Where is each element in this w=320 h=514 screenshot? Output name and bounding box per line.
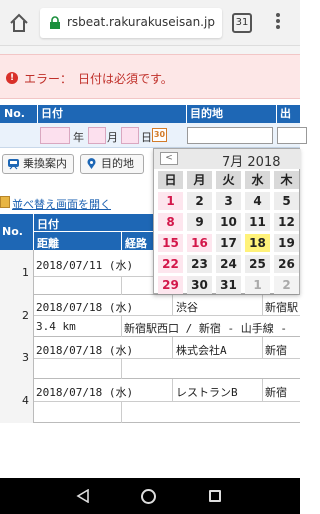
url-text: rsbeat.rakurakuseisan.jp (67, 15, 215, 29)
calendar-day[interactable]: 19 (274, 234, 299, 252)
row-destination: 新宿 (265, 386, 287, 399)
departure-input[interactable] (277, 127, 307, 144)
weekday-header: 月 (187, 171, 212, 189)
map-pin-icon (87, 158, 96, 169)
browser-toolbar: rsbeat.rakurakuseisan.jp 31 (0, 0, 300, 46)
month-input[interactable] (88, 127, 106, 144)
row-destination: 新宿 (265, 344, 287, 357)
calendar-day[interactable]: 10 (216, 213, 241, 231)
prev-month-button[interactable]: < (160, 152, 178, 165)
year-label: 年 (73, 131, 84, 144)
month-title: 7月 2018 (222, 155, 281, 170)
column-no: No. (2, 225, 23, 238)
calendar-day[interactable]: 1 (245, 276, 270, 294)
table-row[interactable]: 4 2018/07/18 (水) レストランB 新宿 (0, 379, 300, 423)
destination-input[interactable] (187, 127, 273, 144)
calendar-day[interactable]: 22 (158, 255, 183, 273)
row-route: 新宿駅西口 / 新宿 - 山手線 - (124, 322, 287, 335)
back-icon[interactable] (76, 489, 90, 503)
row-number: 4 (22, 394, 29, 407)
calendar-day[interactable]: 16 (187, 234, 212, 252)
row-number: 3 (22, 351, 29, 364)
row-date: 2018/07/18 (水) (36, 301, 134, 314)
sort-link-text: 並べ替え画面を開く (12, 198, 111, 211)
error-banner: ! エラー： 日付は必須です。 (0, 54, 300, 99)
row-place: レストランB (176, 386, 238, 399)
destination-button[interactable]: 目的地 (80, 154, 144, 174)
recent-apps-icon[interactable] (209, 490, 221, 502)
error-spacer (0, 46, 300, 54)
row-number: 2 (22, 309, 29, 322)
row-date: 2018/07/18 (水) (36, 386, 134, 399)
weekday-header: 水 (245, 171, 270, 189)
date-picker-header: < 7月 2018 (154, 149, 301, 170)
calendar-day[interactable]: 9 (187, 213, 212, 231)
more-icon[interactable] (275, 11, 281, 35)
android-nav-bar (0, 478, 300, 514)
home-button-icon[interactable] (141, 489, 156, 504)
form-header: No. 日付 目的地 出発 (0, 105, 300, 138)
calendar-day[interactable]: 18 (245, 234, 270, 252)
lock-icon (50, 16, 60, 29)
calendar-day[interactable]: 31 (216, 276, 241, 294)
row-date: 2018/07/18 (水) (36, 344, 134, 357)
header-no: No. (4, 107, 25, 120)
calendar-day[interactable]: 30 (187, 276, 212, 294)
transfer-guide-label: 乗換案内 (23, 157, 67, 170)
tab-switcher-button[interactable]: 31 (232, 13, 252, 33)
sort-screen-link[interactable]: 並べ替え画面を開く (0, 196, 111, 212)
row-place: 株式会社A (176, 344, 227, 357)
calendar-day[interactable]: 11 (245, 213, 270, 231)
calendar-day[interactable]: 15 (158, 234, 183, 252)
day-input[interactable] (121, 127, 139, 144)
date-input-row: 年 月 日 30 (0, 123, 307, 148)
sort-icon (0, 196, 10, 208)
error-icon: ! (6, 72, 18, 84)
calendar-day[interactable]: 8 (158, 213, 183, 231)
error-message: エラー： 日付は必須です。 (24, 72, 173, 86)
table-row[interactable]: 2 2018/07/18 (水) 渋谷 新宿駅 3.4 km 新宿駅西口 / 新… (0, 295, 300, 337)
weekday-header: 日 (158, 171, 183, 189)
column-distance: 距離 (37, 237, 59, 250)
header-destination: 目的地 (186, 105, 223, 123)
row-place: 渋谷 (176, 301, 198, 314)
calendar-day[interactable]: 3 (216, 192, 241, 210)
calendar-day[interactable]: 2 (187, 192, 212, 210)
row-destination: 新宿駅 (265, 301, 298, 314)
calendar-day[interactable]: 17 (216, 234, 241, 252)
calendar-day[interactable]: 23 (187, 255, 212, 273)
destination-label: 目的地 (101, 157, 134, 170)
calendar-day[interactable]: 4 (245, 192, 270, 210)
date-picker: < 7月 2018 日月火水木 1 2 3 4 5 8 9 10 11 12 15 16 17 18 19 22… (153, 148, 301, 294)
weekday-header: 木 (274, 171, 299, 189)
calendar-day[interactable]: 26 (274, 255, 299, 273)
calendar-day[interactable]: 1 (158, 192, 183, 210)
calendar-icon[interactable]: 30 (152, 128, 167, 142)
calendar-day[interactable]: 24 (216, 255, 241, 273)
calendar-day[interactable]: 2 (274, 276, 299, 294)
day-label: 日 (141, 131, 152, 144)
header-date: 日付 (37, 105, 63, 123)
header-departure: 出発 (276, 105, 300, 138)
calendar-day[interactable]: 29 (158, 276, 183, 294)
transfer-guide-button[interactable]: 乗換案内 (2, 154, 74, 174)
table-row[interactable]: 3 2018/07/18 (水) 株式会社A 新宿 (0, 337, 300, 379)
year-input[interactable] (40, 127, 70, 144)
train-icon (8, 159, 19, 170)
month-label: 月 (107, 131, 118, 144)
calendar-day[interactable]: 5 (274, 192, 299, 210)
calendar-day[interactable]: 25 (245, 255, 270, 273)
calendar-day[interactable]: 12 (274, 213, 299, 231)
address-bar[interactable]: rsbeat.rakurakuseisan.jp (40, 8, 222, 38)
row-date: 2018/07/11 (水) (36, 259, 134, 272)
row-distance: 3.4 km (36, 320, 76, 333)
row-number: 1 (22, 266, 29, 279)
column-date: 日付 (37, 218, 59, 231)
weekday-header: 火 (216, 171, 241, 189)
home-icon[interactable] (8, 12, 30, 34)
column-route: 経路 (125, 237, 147, 250)
